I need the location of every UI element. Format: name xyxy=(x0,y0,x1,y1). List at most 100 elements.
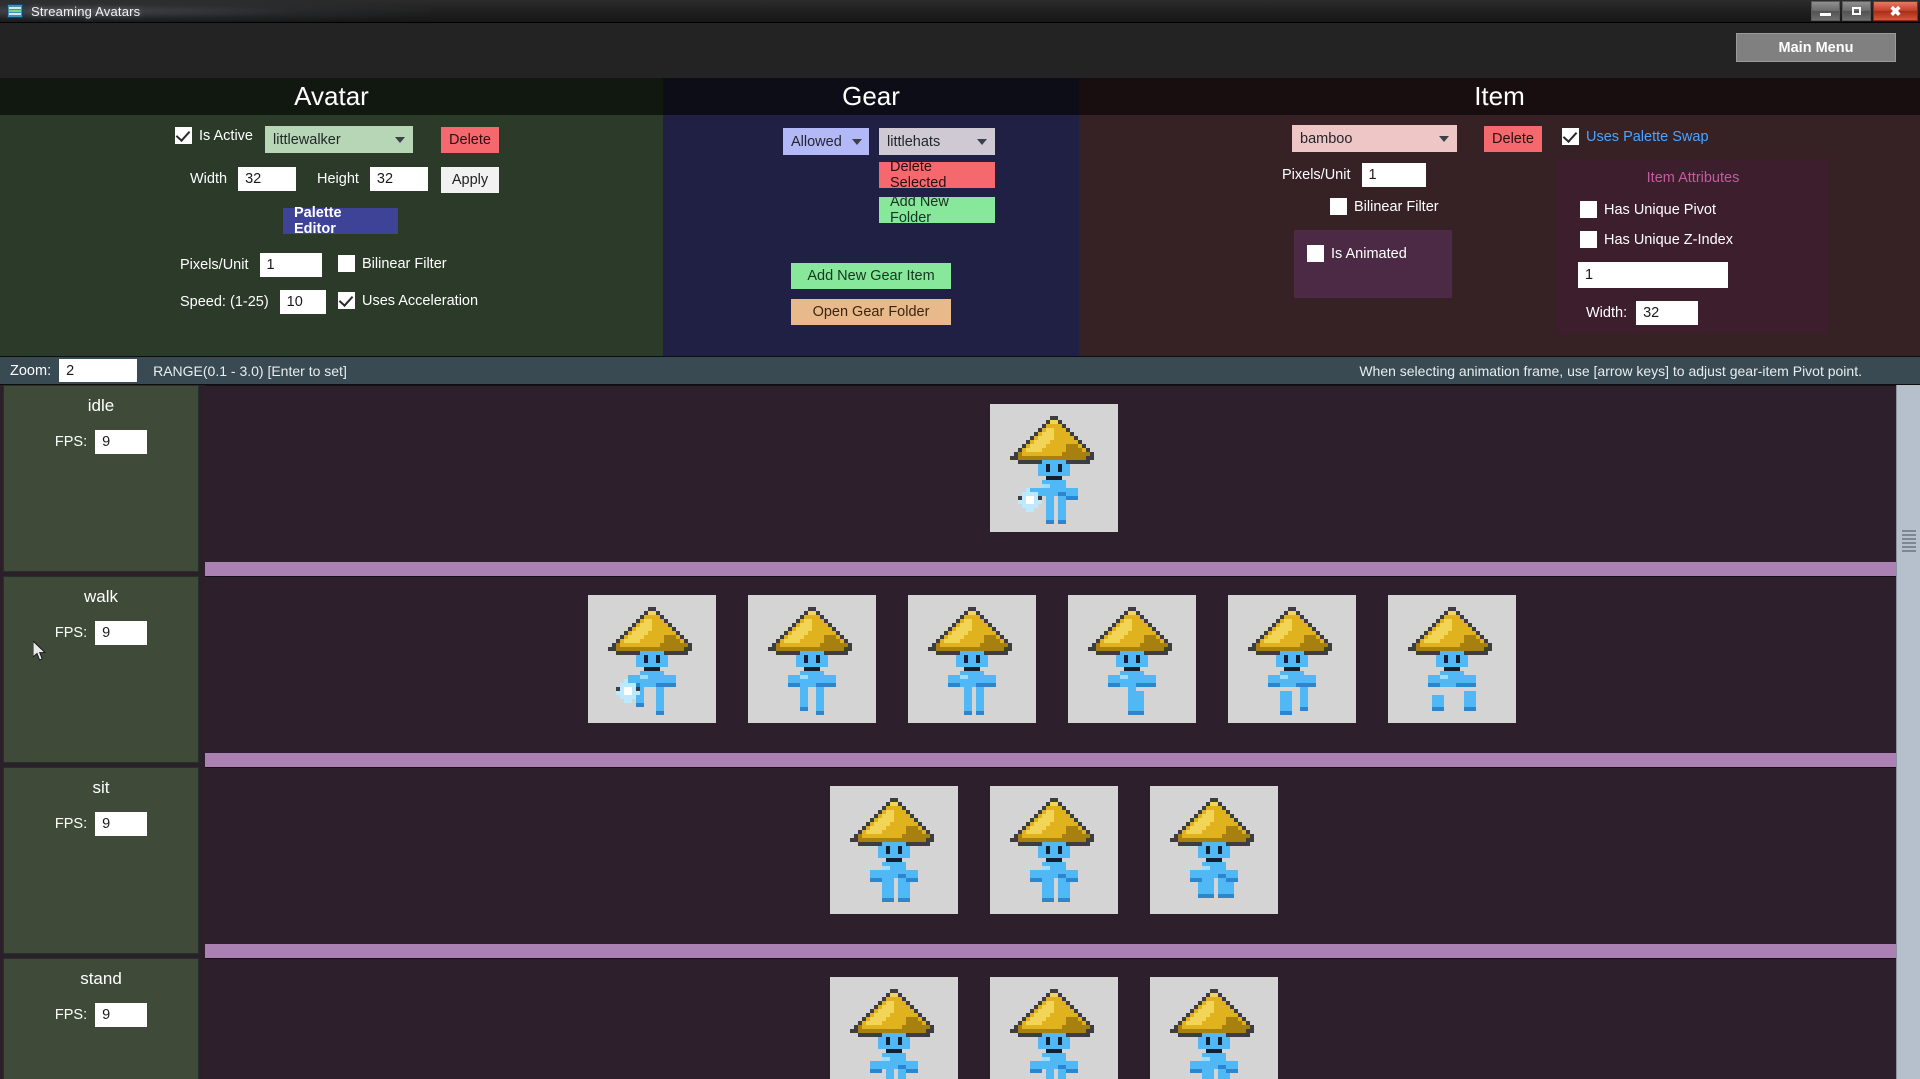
animation-frame-cell[interactable] xyxy=(830,786,958,914)
animation-fps-label: FPS: xyxy=(54,625,88,641)
uses-acceleration-checkbox[interactable] xyxy=(338,292,355,309)
item-select[interactable]: bamboo xyxy=(1292,125,1457,152)
animation-row: sit FPS: xyxy=(0,767,1920,958)
has-unique-pivot-checkbox[interactable] xyxy=(1580,201,1597,218)
has-unique-pivot-row: Has Unique Pivot xyxy=(1580,201,1716,218)
animation-frame-cell[interactable] xyxy=(748,595,876,723)
animation-frame-strip[interactable] xyxy=(205,767,1920,954)
add-new-gear-item-button[interactable]: Add New Gear Item xyxy=(791,263,951,289)
avatar-height-row: Height xyxy=(317,167,428,191)
animation-frame-cell[interactable] xyxy=(1068,595,1196,723)
gear-allowed-select[interactable]: Allowed xyxy=(783,128,869,155)
is-active-label: Is Active xyxy=(199,127,253,144)
animation-frames xyxy=(830,977,1310,1079)
item-pixels-per-unit-input[interactable] xyxy=(1361,163,1426,187)
item-zindex-input[interactable] xyxy=(1578,262,1728,288)
avatar-ppu-row: Pixels/Unit xyxy=(180,253,322,277)
animation-name-label: stand xyxy=(80,969,122,988)
is-animated-checkbox[interactable] xyxy=(1307,245,1324,262)
close-icon[interactable]: ✖ xyxy=(1873,1,1918,21)
animation-row: walk FPS: xyxy=(0,576,1920,767)
avatar-height-label: Height xyxy=(317,171,359,187)
animation-fps-input[interactable] xyxy=(95,621,148,645)
item-attributes-box: Item Attributes Has Unique Pivot Has Uni… xyxy=(1558,159,1828,334)
has-unique-zindex-checkbox[interactable] xyxy=(1580,231,1597,248)
minimize-icon[interactable] xyxy=(1811,1,1840,21)
animation-fps-row: FPS: xyxy=(4,812,198,836)
maximize-icon[interactable] xyxy=(1842,1,1871,21)
application-body: Main Menu Avatar Is Active littlewalker … xyxy=(0,23,1920,1079)
avatar-pixels-per-unit-input[interactable] xyxy=(259,253,322,277)
right-scrollbar-grip[interactable] xyxy=(1902,530,1916,552)
palette-editor-button[interactable]: Palette Editor xyxy=(283,205,398,237)
animation-row: idle FPS: xyxy=(0,385,1920,576)
item-width-label: Width: xyxy=(1586,305,1628,321)
animation-frame-strip[interactable] xyxy=(205,958,1920,1079)
animation-frame-cell[interactable] xyxy=(908,595,1036,723)
avatar-width-label: Width xyxy=(190,171,228,187)
has-unique-zindex-label: Has Unique Z-Index xyxy=(1604,231,1733,248)
avatar-bilinear-filter-checkbox[interactable] xyxy=(338,255,355,272)
window-title: Streaming Avatars xyxy=(31,3,141,19)
has-unique-zindex-row: Has Unique Z-Index xyxy=(1580,231,1733,248)
animation-frame-cell[interactable] xyxy=(588,595,716,723)
item-bilinear-filter-label: Bilinear Filter xyxy=(1354,198,1439,215)
animation-frame-strip[interactable] xyxy=(205,385,1920,572)
avatar-width-input[interactable] xyxy=(238,167,297,191)
animation-fps-input[interactable] xyxy=(95,430,148,454)
gear-allowed-value: Allowed xyxy=(791,133,842,150)
add-new-folder-button[interactable]: Add New Folder xyxy=(879,194,995,226)
animation-frame-cell[interactable] xyxy=(1228,595,1356,723)
animation-fps-input[interactable] xyxy=(95,1003,148,1027)
avatar-bilinear-filter-label: Bilinear Filter xyxy=(362,255,447,272)
item-width-input[interactable] xyxy=(1636,301,1699,325)
avatar-pixels-per-unit-label: Pixels/Unit xyxy=(180,257,249,273)
chevron-down-icon xyxy=(851,138,862,145)
gear-folder-value: littlehats xyxy=(887,133,941,150)
animation-name-label: walk xyxy=(83,587,118,606)
avatar-acceleration-row: Uses Acceleration xyxy=(338,292,478,309)
avatar-bilinear-row: Bilinear Filter xyxy=(338,255,447,272)
animation-fps-row: FPS: xyxy=(4,430,198,454)
item-panel-title: Item xyxy=(1079,78,1920,115)
animation-fps-label: FPS: xyxy=(54,1007,88,1023)
uses-acceleration-label: Uses Acceleration xyxy=(362,292,479,309)
avatar-apply-button[interactable]: Apply xyxy=(441,167,499,193)
uses-palette-swap-row: Uses Palette Swap xyxy=(1562,128,1709,145)
zoom-bar: Zoom: RANGE(0.1 - 3.0) [Enter to set] Wh… xyxy=(0,356,1920,385)
item-delete-button[interactable]: Delete xyxy=(1484,126,1542,152)
animation-frame-cell[interactable] xyxy=(1150,977,1278,1079)
top-toolbar: Main Menu xyxy=(0,23,1920,78)
animation-frame-cell[interactable] xyxy=(1150,786,1278,914)
right-scrollbar-thumb[interactable] xyxy=(1897,385,1920,1079)
avatar-speed-input[interactable] xyxy=(279,290,326,314)
open-gear-folder-button[interactable]: Open Gear Folder xyxy=(791,299,951,325)
animation-name-label: sit xyxy=(92,778,110,797)
avatar-is-active-row: Is Active xyxy=(175,127,253,144)
animation-frame-strip[interactable] xyxy=(205,576,1920,763)
animation-row: stand FPS: xyxy=(0,958,1920,1079)
uses-palette-swap-checkbox[interactable] xyxy=(1562,128,1579,145)
is-active-checkbox[interactable] xyxy=(175,127,192,144)
avatar-height-input[interactable] xyxy=(369,167,428,191)
animation-frame-cell[interactable] xyxy=(990,786,1118,914)
animation-frame-cell[interactable] xyxy=(990,404,1118,532)
animation-frame-cell[interactable] xyxy=(1388,595,1516,723)
zoom-label: Zoom: xyxy=(10,362,52,379)
animation-fps-label: FPS: xyxy=(54,816,88,832)
avatar-delete-button[interactable]: Delete xyxy=(441,127,499,153)
item-width-row: Width: xyxy=(1586,301,1699,325)
item-bilinear-row: Bilinear Filter xyxy=(1330,198,1439,215)
gear-folder-select[interactable]: littlehats xyxy=(879,128,995,155)
main-menu-button[interactable]: Main Menu xyxy=(1736,33,1896,62)
avatar-select[interactable]: littlewalker xyxy=(265,126,413,153)
zoom-input[interactable] xyxy=(59,359,138,382)
animation-frame-cell[interactable] xyxy=(830,977,958,1079)
item-bilinear-filter-checkbox[interactable] xyxy=(1330,198,1347,215)
right-scrollbar[interactable] xyxy=(1896,385,1920,1079)
app-window-icon xyxy=(7,4,23,18)
animation-fps-input[interactable] xyxy=(95,812,148,836)
animation-name-label: idle xyxy=(87,396,115,415)
delete-selected-button[interactable]: Delete Selected xyxy=(879,159,995,191)
animation-frame-cell[interactable] xyxy=(990,977,1118,1079)
